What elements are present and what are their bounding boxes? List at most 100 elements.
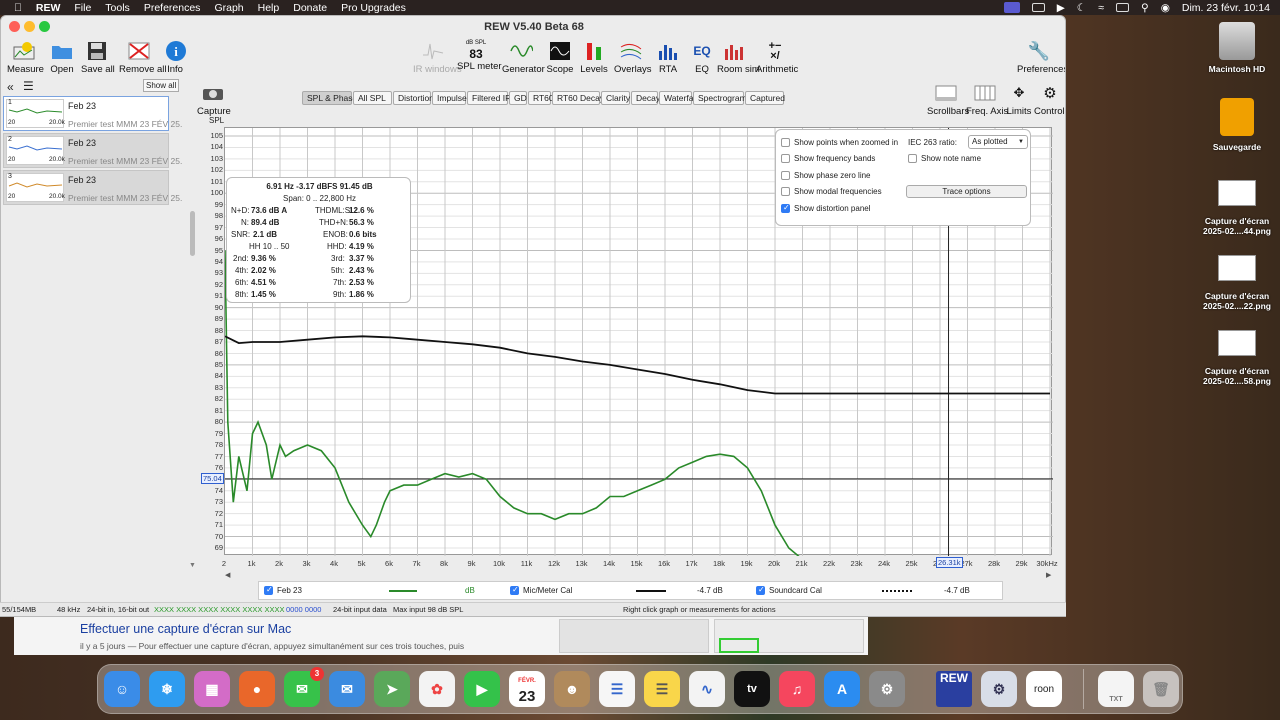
screen-share-icon[interactable] [1003, 2, 1020, 13]
open-button[interactable]: Open [47, 40, 77, 75]
scope-button[interactable]: Scope [546, 40, 574, 75]
menu-donate[interactable]: Donate [293, 2, 327, 14]
room-sim-button[interactable]: Room sim [717, 40, 760, 75]
eq-button[interactable]: EQ EQ [689, 40, 715, 75]
menu-help[interactable]: Help [258, 2, 280, 14]
scroll-down-icon[interactable]: ▼ [189, 562, 196, 569]
menu-tools[interactable]: Tools [105, 2, 130, 14]
play-icon[interactable]: ▶ [1057, 2, 1065, 14]
messages-icon[interactable]: ✉ 3 [284, 667, 324, 707]
audio-midi-icon[interactable]: ⚙ [981, 671, 1017, 707]
rew-icon[interactable]: REW [936, 671, 972, 707]
ir-windows-button[interactable]: IR windows [413, 40, 462, 75]
roon-icon[interactable]: roon [1026, 671, 1062, 707]
tab-rt60-decay[interactable]: RT60 Decay [552, 91, 604, 105]
limits-button[interactable]: ✥ Limits [1005, 82, 1033, 117]
tab-gd[interactable]: GD [509, 91, 527, 105]
preferences-button[interactable]: 🔧 Preferences [1017, 40, 1065, 76]
measurement-item[interactable]: 1 20 20.0k Feb 23 Premier test MMM 23 FÉ… [3, 96, 182, 131]
remove-all-button[interactable]: Remove all [119, 40, 167, 75]
safari-icon[interactable]: ❄ [149, 671, 185, 707]
modal-frequencies-checkbox[interactable] [781, 187, 790, 196]
scroll-right-icon[interactable]: ▶ [1046, 571, 1051, 579]
measure-button[interactable]: Measure [7, 40, 44, 75]
apple-tv-icon[interactable]: tv [734, 671, 770, 707]
tab-impulse[interactable]: Impulse [432, 91, 467, 105]
tab-spl-phase[interactable]: SPL & Phase [302, 91, 357, 105]
scrollbars-button[interactable]: Scrollbars [927, 82, 969, 117]
zoom-window-button[interactable] [39, 21, 50, 32]
arithmetic-button[interactable]: +− ×/ Arithmetic [756, 40, 798, 76]
desktop-icon-screenshot-2[interactable]: Capture d'écran 2025-02....22.png [1192, 255, 1280, 311]
trace-visible-checkbox[interactable]: ✓ [264, 585, 273, 595]
firefox-icon[interactable]: ● [239, 671, 275, 707]
levels-button[interactable]: Levels [580, 40, 608, 75]
generator-button[interactable]: Generator [502, 40, 545, 75]
menu-app-name[interactable]: REW [36, 2, 61, 14]
save-all-button[interactable]: Save all [81, 40, 115, 75]
tab-captured[interactable]: Captured [745, 91, 785, 105]
tab-filtered-ir[interactable]: Filtered IR [467, 91, 511, 105]
finder-icon[interactable]: ☺ [104, 671, 140, 707]
trash-icon[interactable]: 🗑 [1143, 671, 1179, 707]
calendar-icon[interactable]: FÉVR. 23 [509, 671, 545, 707]
photos-icon[interactable]: ✿ [419, 671, 455, 707]
search-icon[interactable]: ⚲ [1141, 2, 1149, 14]
menu-list-icon[interactable]: ☰ [23, 79, 34, 93]
close-window-button[interactable] [9, 21, 20, 32]
sidebar-scrollbar[interactable] [190, 211, 195, 256]
control-center-icon[interactable]: ◉ [1161, 2, 1170, 14]
tab-all-spl[interactable]: All SPL [353, 91, 392, 105]
soundcard-cal-checkbox[interactable]: ✓ [756, 585, 765, 595]
facetime-icon[interactable]: ▶ [464, 671, 500, 707]
contacts-icon[interactable]: ☻ [554, 671, 590, 707]
measurement-item[interactable]: 3 20 20.0k Feb 23 Premier test MMM 23 FÉ… [3, 170, 182, 205]
menu-preferences[interactable]: Preferences [144, 2, 201, 14]
spl-meter-button[interactable]: dB SPL 83 SPL meter [457, 40, 502, 72]
mail-icon[interactable]: ✉ [329, 671, 365, 707]
menu-file[interactable]: File [74, 2, 91, 14]
menu-graph[interactable]: Graph [214, 2, 243, 14]
zoom-points-checkbox[interactable] [781, 138, 790, 147]
apple-icon[interactable]:  [14, 2, 22, 14]
desktop-icon-screenshot-1[interactable]: Capture d'écran 2025-02....44.png [1192, 180, 1280, 236]
battery-icon[interactable] [1115, 3, 1129, 12]
info-button[interactable]: i Info [163, 40, 187, 75]
frequency-bands-checkbox[interactable] [781, 154, 790, 163]
show-all-button[interactable]: Show all [143, 79, 180, 92]
freeform-icon[interactable]: ∿ [689, 671, 725, 707]
text-file-icon[interactable]: TXT [1098, 671, 1134, 707]
mic-cal-checkbox[interactable]: ✓ [510, 585, 519, 595]
tab-rt60[interactable]: RT60 [528, 91, 554, 105]
maps-icon[interactable]: ➤ [374, 671, 410, 707]
window-icon[interactable] [1031, 3, 1045, 12]
phase-zero-checkbox[interactable] [781, 171, 790, 180]
clock[interactable]: Dim. 23 févr. 10:14 [1182, 2, 1270, 14]
menu-pro-upgrades[interactable]: Pro Upgrades [341, 2, 406, 14]
overlays-button[interactable]: Overlays [614, 40, 651, 75]
controls-button[interactable]: ⚙ Controls [1034, 82, 1065, 117]
note-name-checkbox[interactable] [908, 154, 917, 163]
collapse-sidebar-icon[interactable]: « [7, 80, 14, 94]
music-icon[interactable]: ♫ [779, 671, 815, 707]
app-store-icon[interactable]: A [824, 671, 860, 707]
tab-decay[interactable]: Decay [631, 91, 660, 105]
system-settings-icon[interactable]: ⚙ [869, 671, 905, 707]
search-result-title[interactable]: Effectuer une capture d'écran sur Mac [80, 622, 291, 636]
desktop-icon-macintosh-hd[interactable]: Macintosh HD [1192, 22, 1280, 74]
tab-clarity[interactable]: Clarity [601, 91, 630, 105]
distortion-panel-checkbox[interactable]: ✓ [781, 203, 790, 213]
tab-waterfall[interactable]: Waterfall [659, 91, 697, 105]
tab-spectrogram[interactable]: Spectrogram [693, 91, 747, 105]
desktop-icon-sauvegarde[interactable]: Sauvegarde [1192, 98, 1280, 152]
rta-button[interactable]: RTA [654, 40, 682, 75]
reminders-icon[interactable]: ☰ [599, 671, 635, 707]
measurement-item[interactable]: 2 20 20.0k Feb 23 Premier test MMM 23 FÉ… [3, 133, 182, 168]
tab-distortion[interactable]: Distortion [393, 91, 434, 105]
moon-icon[interactable]: ☾ [1077, 2, 1086, 14]
desktop-icon-screenshot-3[interactable]: Capture d'écran 2025-02....58.png [1192, 330, 1280, 386]
scroll-left-icon[interactable]: ◀ [225, 571, 230, 579]
capture-button[interactable]: Capture [197, 82, 231, 117]
trace-options-button[interactable]: Trace options [906, 185, 1027, 198]
freq-axis-button[interactable]: Freq. Axis [966, 82, 1008, 117]
